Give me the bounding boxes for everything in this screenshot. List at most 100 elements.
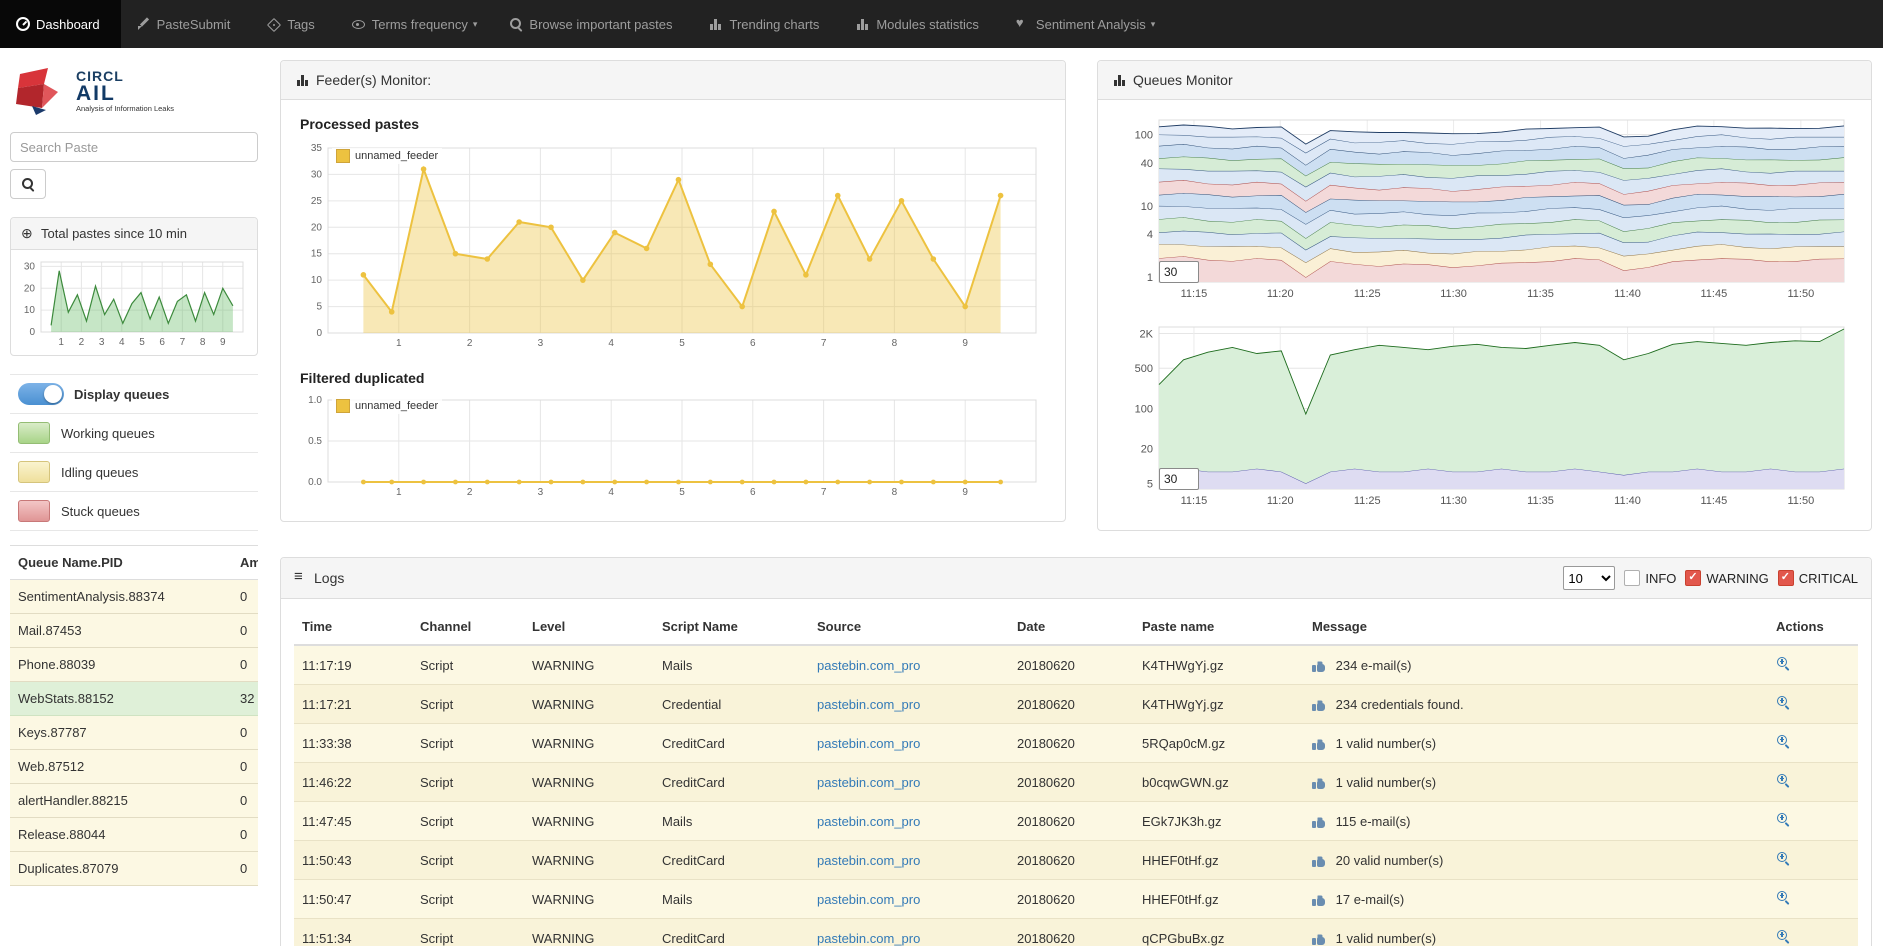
queue-row[interactable]: Phone.88039 0 — [10, 648, 258, 682]
queue-row[interactable]: alertHandler.88215 0 — [10, 784, 258, 818]
nav-item[interactable]: Trending charts — [693, 0, 840, 48]
queue-table-header-amount: Amount — [232, 546, 258, 580]
search-paste-input[interactable] — [10, 132, 258, 162]
logs-header-source: Source — [809, 609, 1009, 645]
search-plus-icon[interactable] — [1776, 773, 1791, 788]
eye-icon — [352, 17, 366, 31]
globe-icon — [21, 227, 35, 241]
queue-status-swatch — [18, 461, 50, 483]
search-plus-icon[interactable] — [1776, 929, 1791, 944]
svg-text:20: 20 — [311, 222, 323, 233]
svg-text:2: 2 — [467, 487, 473, 498]
log-level: WARNING — [524, 724, 654, 763]
tag-icon — [267, 17, 281, 31]
log-source-link[interactable]: pastebin.com_pro — [817, 658, 920, 673]
log-level: WARNING — [524, 919, 654, 946]
queue-status-swatch — [18, 422, 50, 444]
caret-icon: ▾ — [473, 19, 478, 30]
page-size-select[interactable]: 10 — [1563, 566, 1615, 590]
filtered-duplicated-title: Filtered duplicated — [300, 370, 1046, 386]
queue-row[interactable]: Mail.87453 0 — [10, 614, 258, 648]
svg-text:7: 7 — [821, 487, 827, 498]
search-plus-icon[interactable] — [1776, 851, 1791, 866]
svg-text:500: 500 — [1135, 363, 1153, 375]
search-icon — [21, 177, 35, 191]
svg-text:9: 9 — [962, 338, 968, 349]
nav-item-label: Sentiment Analysis — [1036, 17, 1146, 32]
nav-item[interactable]: Terms frequency ▾ — [336, 0, 494, 48]
queue-row[interactable]: Duplicates.87079 0 — [10, 852, 258, 886]
log-source-link[interactable]: pastebin.com_pro — [817, 892, 920, 907]
queues-top-chart-wrap: 14104010011:1511:2011:2511:3011:3511:401… — [1117, 114, 1852, 307]
nav-item-label: PasteSubmit — [157, 17, 231, 32]
log-paste-name: 5RQap0cM.gz — [1134, 724, 1304, 763]
logs-header-script: Script Name — [654, 609, 809, 645]
log-level-filter[interactable]: INFO — [1624, 570, 1676, 586]
search-plus-icon[interactable] — [1776, 812, 1791, 827]
log-channel: Script — [412, 841, 524, 880]
refresh-interval-input[interactable] — [1159, 261, 1199, 283]
svg-text:6: 6 — [750, 338, 756, 349]
display-queues-toggle[interactable] — [18, 383, 64, 405]
log-level: WARNING — [524, 802, 654, 841]
nav-item[interactable]: PasteSubmit — [121, 0, 252, 48]
queue-row[interactable]: Keys.87787 0 — [10, 716, 258, 750]
nav-item[interactable]: Modules statistics — [840, 0, 1000, 48]
svg-text:7: 7 — [821, 338, 827, 349]
queue-row[interactable]: Release.88044 0 — [10, 818, 258, 852]
log-source-link[interactable]: pastebin.com_pro — [817, 697, 920, 712]
logo-product: AIL — [76, 83, 174, 105]
svg-text:11:25: 11:25 — [1354, 288, 1381, 300]
search-plus-icon[interactable] — [1776, 890, 1791, 905]
logs-header-channel: Channel — [412, 609, 524, 645]
log-script-name: Mails — [654, 880, 809, 919]
nav-item[interactable]: Tags — [251, 0, 335, 48]
nav-item[interactable]: Sentiment Analysis ▾ — [1000, 0, 1171, 48]
search-plus-icon[interactable] — [1776, 656, 1791, 671]
thumbs-up-icon — [1312, 894, 1325, 906]
nav-item[interactable]: Dashboard — [0, 0, 121, 48]
logs-panel-title: Logs — [314, 570, 344, 586]
log-level-filter[interactable]: CRITICAL — [1778, 570, 1858, 586]
log-level-filter[interactable]: WARNING — [1685, 570, 1768, 586]
svg-text:11:45: 11:45 — [1700, 288, 1727, 300]
queue-name: WebStats.88152 — [10, 682, 232, 716]
log-source-link[interactable]: pastebin.com_pro — [817, 736, 920, 751]
log-source-link[interactable]: pastebin.com_pro — [817, 775, 920, 790]
log-date: 20180620 — [1009, 685, 1134, 724]
queue-name: SentimentAnalysis.88374 — [10, 580, 232, 614]
log-source-link[interactable]: pastebin.com_pro — [817, 931, 920, 946]
nav-item[interactable]: Browse important pastes — [493, 0, 693, 48]
queue-row[interactable]: SentimentAnalysis.88374 0 — [10, 580, 258, 614]
log-source-link[interactable]: pastebin.com_pro — [817, 814, 920, 829]
checkbox-icon[interactable] — [1624, 570, 1640, 586]
logs-header-time: Time — [294, 609, 412, 645]
checkbox-icon[interactable] — [1685, 570, 1701, 586]
log-row: 11:47:45 Script WARNING Mails pastebin.c… — [294, 802, 1858, 841]
log-script-name: CreditCard — [654, 841, 809, 880]
svg-text:11:20: 11:20 — [1267, 495, 1294, 507]
thumbs-up-icon — [1312, 933, 1325, 945]
log-message: 1 valid number(s) — [1336, 775, 1436, 790]
nav-item-label: Terms frequency — [372, 17, 468, 32]
queue-row[interactable]: WebStats.88152 32 — [10, 682, 258, 716]
log-row: 11:17:19 Script WARNING Mails pastebin.c… — [294, 645, 1858, 685]
svg-text:2: 2 — [79, 337, 85, 348]
filtered-duplicated-chart-wrap: 0.00.51.0123456789 unnamed_feeder — [300, 394, 1046, 505]
svg-text:1: 1 — [396, 487, 402, 498]
search-plus-icon[interactable] — [1776, 695, 1791, 710]
search-plus-icon[interactable] — [1776, 734, 1791, 749]
svg-text:5: 5 — [679, 338, 685, 349]
log-channel: Script — [412, 763, 524, 802]
log-time: 11:17:19 — [294, 645, 412, 685]
circl-ail-logo: CIRCL AIL Analysis of Information Leaks — [12, 66, 258, 116]
queue-row[interactable]: Web.87512 0 — [10, 750, 258, 784]
log-source-link[interactable]: pastebin.com_pro — [817, 853, 920, 868]
filter-label: INFO — [1645, 571, 1676, 586]
refresh-interval-input[interactable] — [1159, 468, 1199, 490]
search-paste-button[interactable] — [10, 169, 46, 199]
checkbox-icon[interactable] — [1778, 570, 1794, 586]
svg-text:11:15: 11:15 — [1181, 288, 1208, 300]
logs-header-message: Message — [1304, 609, 1768, 645]
nav-item-label: Modules statistics — [876, 17, 979, 32]
